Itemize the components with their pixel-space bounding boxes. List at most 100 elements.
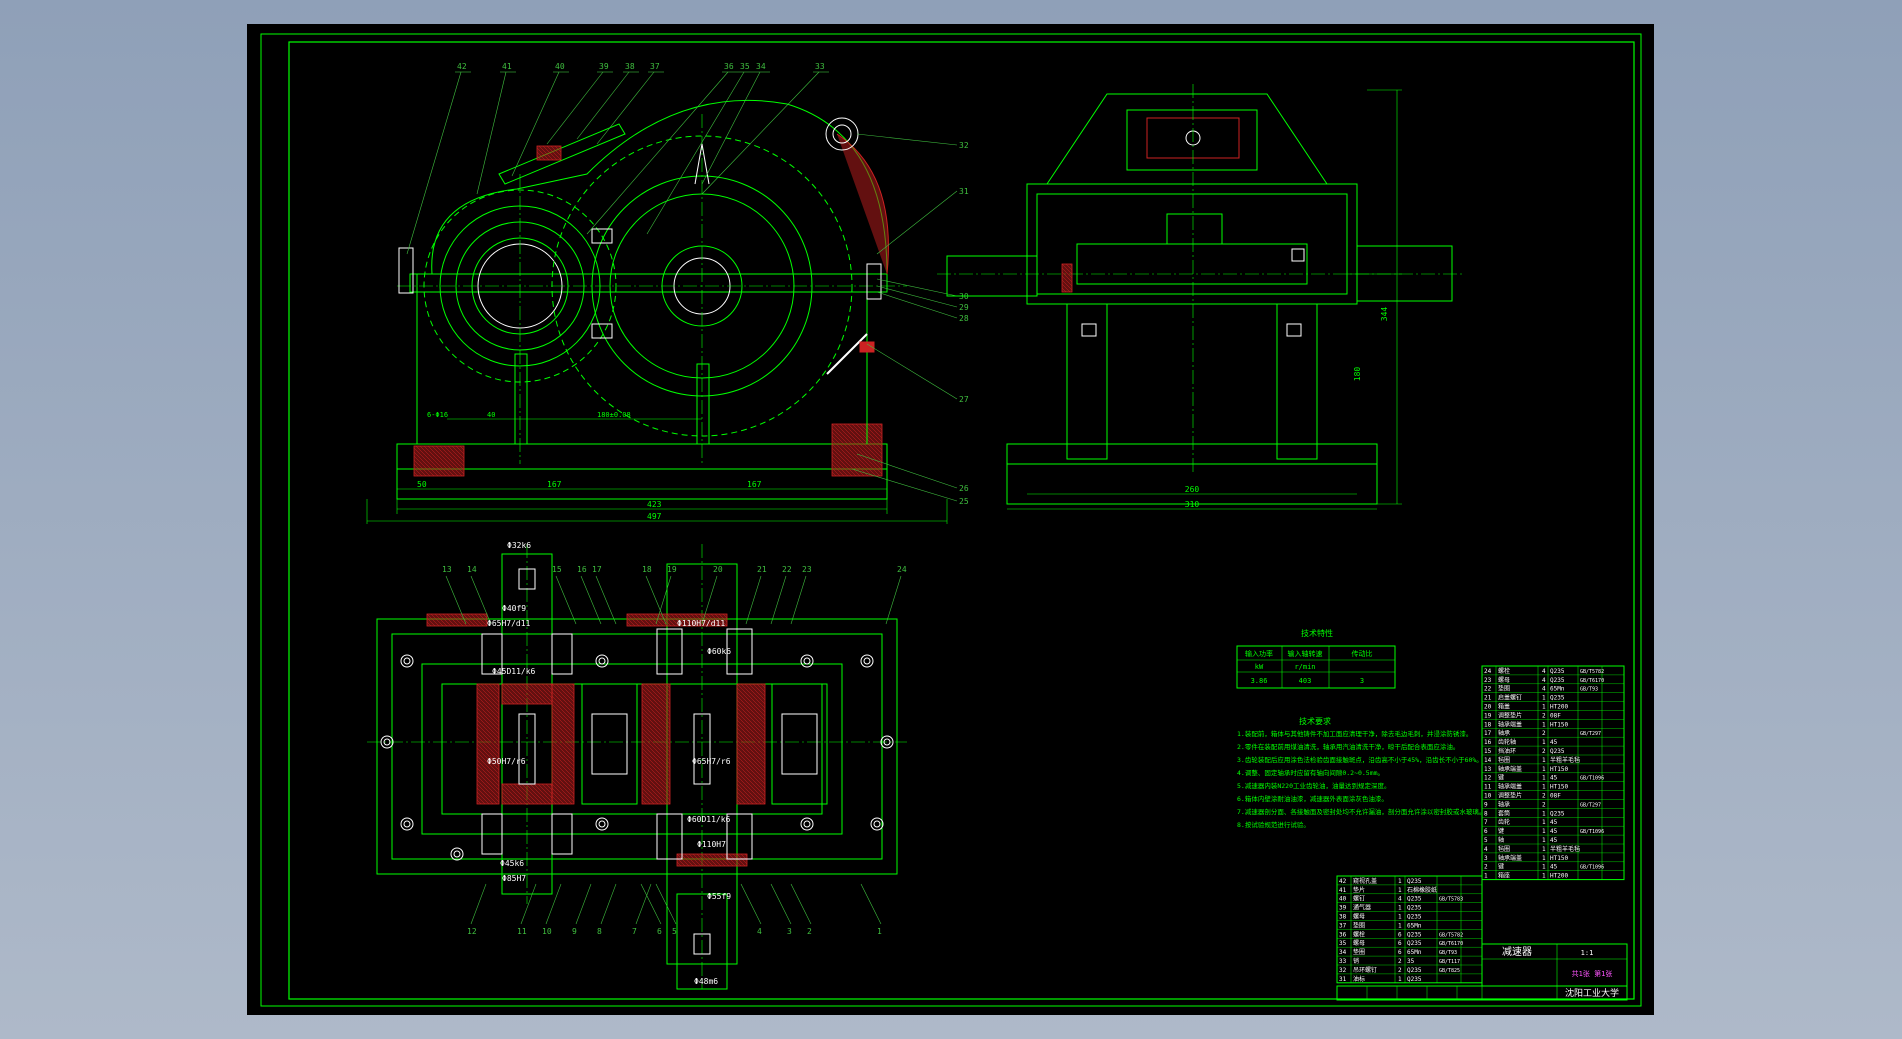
bom-cell: 31 <box>1339 976 1347 983</box>
tech-table-header: 传动比 <box>1352 649 1373 658</box>
drawing-line <box>580 575 602 625</box>
drawing-label: 42 <box>457 62 467 71</box>
drawing-label: 26 <box>959 484 969 493</box>
bom-cell: 键 <box>1498 863 1504 871</box>
title-block: 减速器 1:1 共1张 第1张沈阳工业大学 <box>1336 943 1628 1001</box>
drawing-circle <box>403 820 411 828</box>
bom-cell: 轴承端盖 <box>1498 720 1522 728</box>
bom-cell: Q235 <box>1407 914 1422 921</box>
bom-cell: GB/T5782 <box>1580 669 1604 675</box>
drawing-rect <box>1291 248 1305 262</box>
drawing-path <box>836 133 889 275</box>
bom-cell: 销 <box>1353 957 1359 965</box>
drawing-line <box>885 575 902 625</box>
drawing-line <box>640 883 662 925</box>
drawing-line <box>575 883 592 925</box>
bom-cell: 6 <box>1398 949 1402 956</box>
bom-cell: 22 <box>1484 686 1492 693</box>
bom-cell: 毡圈 <box>1498 845 1510 853</box>
drawing-circle <box>453 850 461 858</box>
drawing-rect <box>1356 245 1453 302</box>
bom-cell: 35 <box>1407 958 1415 965</box>
bom-cell: Q235 <box>1550 695 1565 702</box>
drawing-line <box>745 575 762 625</box>
drawing-line <box>476 71 507 195</box>
bom-cell: 65Mn <box>1407 949 1422 956</box>
bom-cell: GB/T297 <box>1580 731 1601 737</box>
bom-cell: GB/T1096 <box>1580 865 1604 871</box>
bom-cell: HT200 <box>1550 704 1568 711</box>
bom-lower: 42 窥视孔盖 1 Q235 41 垫片 1 石棉橡胶纸 40 螺钉 4 Q235 GB/T5783 39… <box>1336 875 1483 984</box>
drawing-path <box>498 123 626 185</box>
bom-cell: GB/T117 <box>1439 959 1460 965</box>
bom-cell: 1 <box>1542 784 1546 791</box>
drawing-line <box>876 278 958 297</box>
bom-cell: 32 <box>1339 967 1347 974</box>
bom-cell: GB/T5783 <box>1439 897 1463 903</box>
drawing-line <box>646 71 745 235</box>
bom-cell: 齿轮轴 <box>1498 738 1516 746</box>
drawing-rect <box>946 255 1038 297</box>
drawing-label: 14 <box>467 565 477 574</box>
bom-cell: 9 <box>1484 801 1488 808</box>
bom-cell: 石棉橡胶纸 <box>1407 886 1437 894</box>
bom-cell: 21 <box>1484 695 1492 702</box>
drawing-label: 1 <box>877 927 882 936</box>
bom-cell: Q235 <box>1407 976 1422 983</box>
drawing-label: 25 <box>959 497 969 506</box>
drawing-label: 310 <box>1185 500 1200 509</box>
drawing-label: 37 <box>650 62 660 71</box>
bom-cell: 轴承 <box>1498 729 1510 737</box>
drawing-line <box>770 883 792 925</box>
bom-cell: Q235 <box>1407 905 1422 912</box>
bom-cell: GB/T1096 <box>1580 776 1604 782</box>
drawing-rect <box>1081 323 1097 337</box>
drawing-line <box>576 71 630 140</box>
tech-req-line: 7.减速器剖分面、各接触面及密封处均不允许漏油，剖分面允许涂以密封胶或水玻璃。 <box>1237 807 1485 816</box>
bom-cell: 40 <box>1339 896 1347 903</box>
bom-cell: 1 <box>1542 739 1546 746</box>
drawing-rect <box>781 713 818 775</box>
drawing-label: 11 <box>517 927 527 936</box>
drawing-frame <box>260 33 1642 1007</box>
bom-cell: 半粗羊毛毡 <box>1550 756 1580 764</box>
bom-cell: 3 <box>1484 855 1488 862</box>
bom-cell: Q235 <box>1407 896 1422 903</box>
drawing-label: 167 <box>547 480 562 489</box>
bom-cell: 垫圈 <box>1353 921 1365 929</box>
bom-cell: 13 <box>1484 766 1492 773</box>
drawing-line <box>876 190 958 255</box>
bom-cell: 45 <box>1550 864 1558 871</box>
drawing-rect <box>260 33 1642 1007</box>
tech-req-line: 3.齿轮装配后应用涂色法检验齿面接触斑点，沿齿高不小于45%，沿齿长不小于60%… <box>1237 755 1483 764</box>
bom-cell: 1 <box>1542 864 1546 871</box>
drawing-line <box>470 883 487 925</box>
bom-cell: 1 <box>1542 846 1546 853</box>
bom-cell: 1 <box>1542 855 1546 862</box>
drawing-sheet: 50 167 167 423 497 180±0.08 6-Φ16 40 42 41 40 39 38 3… <box>247 24 1654 1015</box>
drawing-label: 2 <box>807 927 812 936</box>
bom-cell: 轴承 <box>1498 800 1510 808</box>
drawing-circle <box>598 657 606 665</box>
tech-table-unit: kW <box>1255 663 1264 671</box>
bom-cell: 35 <box>1339 940 1347 947</box>
bom-cell: 24 <box>1484 668 1492 675</box>
bom-cell: 18 <box>1484 721 1492 728</box>
tech-req-title: 技术要求 <box>1299 716 1331 726</box>
drawing-label: 423 <box>647 500 662 509</box>
drawing-line <box>600 883 617 925</box>
drawing-circle <box>803 657 811 665</box>
bom-cell: Q235 <box>1407 931 1422 938</box>
drawing-label: 35 <box>740 62 750 71</box>
cad-viewport[interactable]: 50 167 167 423 497 180±0.08 6-Φ16 40 42 41 40 39 38 3… <box>0 0 1902 1039</box>
tech-req-line: 6.箱体内壁涂耐油油漆，减速器外表面涂灰色油漆。 <box>1237 794 1388 803</box>
drawing-rect <box>514 353 528 445</box>
tech-table-title: 技术特性 <box>1301 628 1333 638</box>
bom-cell: 螺母 <box>1353 913 1365 921</box>
drawing-label: 16 <box>577 565 587 574</box>
bom-cell: Q235 <box>1407 878 1422 885</box>
drawing-label: 15 <box>552 565 562 574</box>
drawing-label: 17 <box>592 565 602 574</box>
bom-cell: 1 <box>1398 878 1402 885</box>
bom-cell: 1 <box>1542 757 1546 764</box>
